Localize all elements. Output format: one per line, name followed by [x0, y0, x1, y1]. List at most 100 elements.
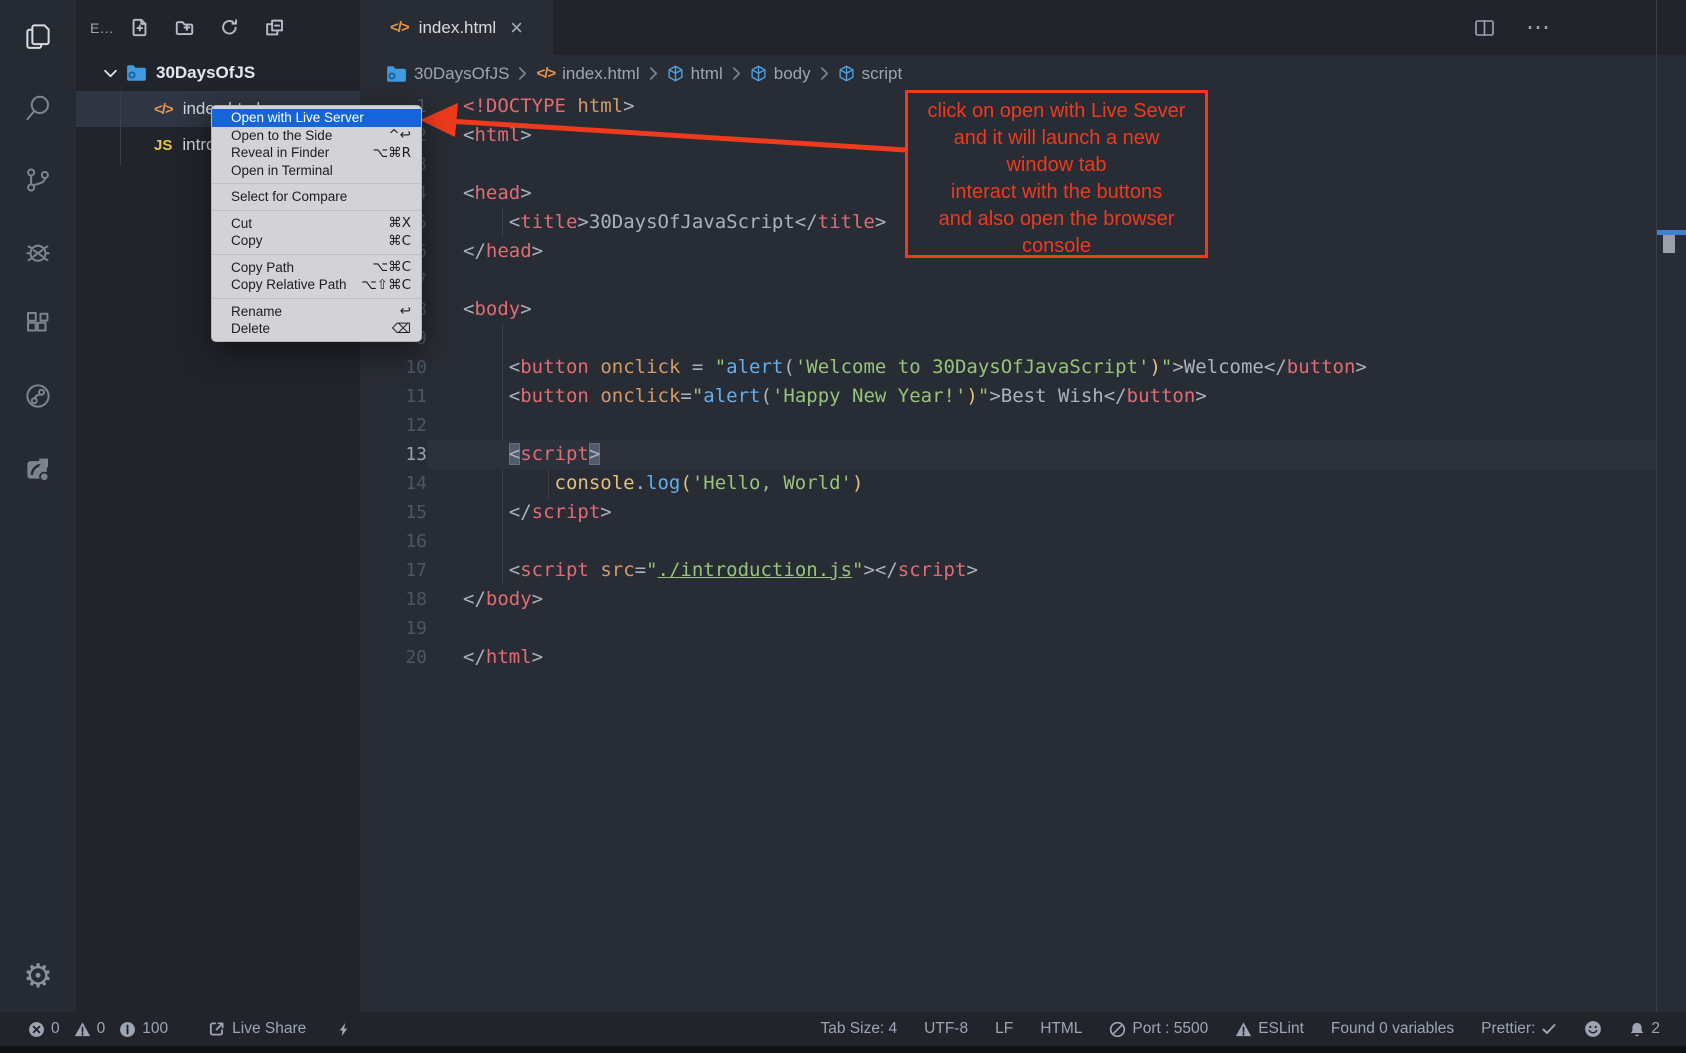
live-share-circle-icon: [23, 381, 53, 411]
status-item-0[interactable]: 0: [28, 1020, 60, 1038]
code-line-14[interactable]: 14 console.log('Hello, World'): [360, 469, 1656, 498]
activity-bar-item-extensions[interactable]: [0, 288, 76, 360]
menu-item-copy-path[interactable]: Copy Path⌥⌘C: [212, 259, 421, 277]
line-content: [427, 266, 1656, 295]
folder-row-30daysofjs[interactable]: 30DaysOfJS: [76, 55, 360, 91]
new-folder-icon[interactable]: [175, 18, 194, 37]
menu-item-copy-relative-path[interactable]: Copy Relative Path⌥⇧⌘C: [212, 276, 421, 294]
status-label: Prettier:: [1481, 1020, 1535, 1038]
breadcrumb-item-body[interactable]: body: [750, 64, 811, 84]
code-line-10[interactable]: 10 <button onclick = "alert('Welcome to …: [360, 353, 1656, 382]
close-icon[interactable]: ×: [510, 17, 523, 39]
breadcrumb-label: index.html: [562, 64, 639, 84]
code-line-15[interactable]: 15 </script>: [360, 498, 1656, 527]
overview-ruler-border: [1656, 0, 1657, 1012]
refresh-icon[interactable]: [220, 18, 239, 37]
status-item-html[interactable]: HTML: [1040, 1020, 1082, 1038]
status-item-0[interactable]: 0: [74, 1020, 106, 1038]
menu-item-label: Select for Compare: [231, 189, 411, 204]
menu-item-open-to-the-side[interactable]: Open to the Side^↩: [212, 127, 421, 145]
code-line-8[interactable]: 8<body>: [360, 295, 1656, 324]
code-line-19[interactable]: 19: [360, 614, 1656, 643]
status-label: UTF-8: [924, 1020, 968, 1038]
code-line-9[interactable]: 9: [360, 324, 1656, 353]
code-line-18[interactable]: 18</body>: [360, 585, 1656, 614]
status-item-tab-size-4[interactable]: Tab Size: 4: [820, 1020, 897, 1038]
settings-gear-button[interactable]: ⚙: [0, 959, 76, 992]
activity-bar-item-share-out[interactable]: [0, 432, 76, 504]
menu-item-rename[interactable]: Rename↩: [212, 303, 421, 321]
menu-item-shortcut: ⌘C: [388, 233, 411, 249]
menu-item-cut[interactable]: Cut⌘X: [212, 215, 421, 233]
status-item-lf[interactable]: LF: [995, 1020, 1013, 1038]
breadcrumb-label: 30DaysOfJS: [414, 64, 509, 84]
tab-index.html[interactable]: </>index.html×: [360, 0, 553, 55]
menu-item-label: Cut: [231, 216, 388, 231]
chevron-right-icon: [732, 67, 741, 80]
more-actions-icon[interactable]: ⋯: [1526, 13, 1551, 42]
menu-item-label: Open in Terminal: [231, 163, 411, 178]
tab-bar: </>index.html× ⋯: [360, 0, 1686, 55]
menu-item-open-in-terminal[interactable]: Open in Terminal: [212, 162, 421, 180]
menu-item-open-with-live-server[interactable]: Open with Live Server: [212, 109, 421, 127]
line-content: [427, 324, 1656, 353]
code-line-12[interactable]: 12: [360, 411, 1656, 440]
status-label: Found 0 variables: [1331, 1020, 1454, 1038]
status-item-port-5500[interactable]: Port : 5500: [1109, 1020, 1208, 1038]
menu-item-label: Delete: [231, 321, 392, 336]
breadcrumb-item-index.html[interactable]: </> index.html: [536, 64, 639, 84]
split-editor-icon[interactable]: [1474, 18, 1496, 38]
code-line-16[interactable]: 16: [360, 527, 1656, 556]
menu-item-copy[interactable]: Copy⌘C: [212, 232, 421, 250]
context-menu: Open with Live ServerOpen to the Side^↩R…: [211, 105, 422, 342]
folder-icon: [386, 65, 407, 83]
menu-item-label: Copy Relative Path: [231, 277, 361, 292]
menu-item-shortcut: ⌫: [392, 321, 411, 337]
html-file-icon: </>: [536, 65, 555, 82]
menu-item-select-for-compare[interactable]: Select for Compare: [212, 188, 421, 206]
status-item-found-0-variables[interactable]: Found 0 variables: [1331, 1020, 1454, 1038]
status-item-100[interactable]: 100: [119, 1020, 168, 1038]
status-label: Port : 5500: [1132, 1020, 1208, 1038]
menu-item-label: Copy: [231, 233, 388, 248]
activity-bar-item-debug[interactable]: [0, 216, 76, 288]
status-item-eslint[interactable]: ESLint: [1235, 1020, 1304, 1038]
activity-bar-item-search[interactable]: [0, 72, 76, 144]
status-item-2[interactable]: 2: [1629, 1020, 1660, 1038]
menu-item-label: Reveal in Finder: [231, 145, 373, 160]
new-file-icon[interactable]: [130, 18, 149, 37]
check-icon: [1541, 1021, 1557, 1037]
code-line-13[interactable]: 13 <script>: [360, 440, 1656, 469]
collapse-all-icon[interactable]: [265, 18, 284, 37]
line-number: 13: [360, 440, 427, 469]
status-item-prettier-[interactable]: Prettier:: [1481, 1020, 1557, 1038]
annotation-text-line: console: [908, 233, 1205, 260]
line-number: 20: [360, 643, 427, 672]
status-item-bolt-icon[interactable]: [336, 1021, 351, 1038]
editor-scrollbar-thumb[interactable]: [1663, 235, 1675, 253]
code-line-11[interactable]: 11 <button onclick="alert('Happy New Yea…: [360, 382, 1656, 411]
status-item-smiley-icon[interactable]: [1584, 1020, 1602, 1038]
breadcrumb-item-30DaysOfJS[interactable]: 30DaysOfJS: [386, 64, 509, 84]
line-content: <body>: [427, 295, 1656, 324]
code-line-20[interactable]: 20</html>: [360, 643, 1656, 672]
bell-icon: [1629, 1021, 1645, 1038]
breadcrumb-item-script[interactable]: script: [838, 64, 903, 84]
status-item-utf-8[interactable]: UTF-8: [924, 1020, 968, 1038]
menu-item-delete[interactable]: Delete⌫: [212, 320, 421, 338]
activity-bar-item-explorer[interactable]: [0, 0, 76, 72]
activity-bar-item-source-control[interactable]: [0, 144, 76, 216]
activity-bar: ⚙: [0, 0, 76, 1012]
annotation-text-line: and it will launch a new: [908, 125, 1205, 152]
status-label: 0: [51, 1020, 60, 1038]
annotation-box: click on open with Live Severand it will…: [905, 90, 1208, 258]
code-line-7[interactable]: 7: [360, 266, 1656, 295]
breadcrumb-item-html[interactable]: html: [667, 64, 723, 84]
info-icon: [119, 1021, 136, 1038]
code-line-17[interactable]: 17 <script src="./introduction.js"></scr…: [360, 556, 1656, 585]
status-item-live-share[interactable]: Live Share: [208, 1020, 306, 1038]
menu-item-reveal-in-finder[interactable]: Reveal in Finder⌥⌘R: [212, 144, 421, 162]
window-bottom-edge: [0, 1046, 1686, 1053]
activity-bar-item-live-share-circle[interactable]: [0, 360, 76, 432]
annotation-text-line: interact with the buttons: [908, 179, 1205, 206]
